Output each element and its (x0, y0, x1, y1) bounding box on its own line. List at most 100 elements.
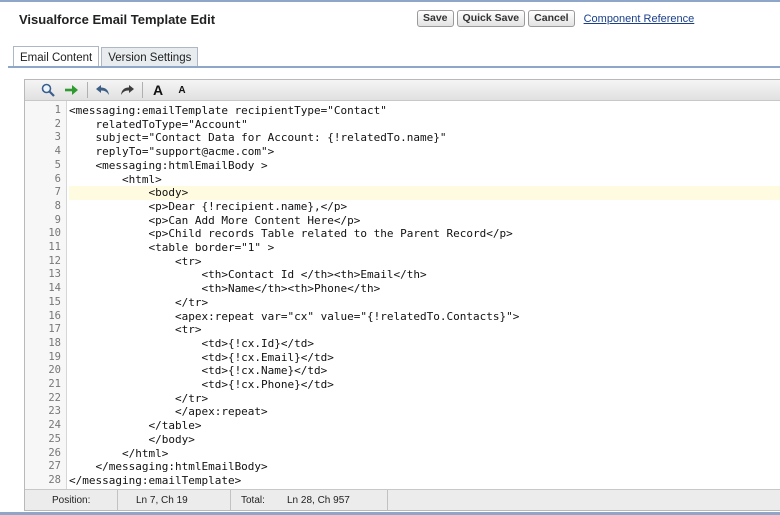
code-text: <td>{!cx.Email}</td> (69, 350, 334, 364)
line-number: 10 (48, 227, 61, 240)
line-number: 23 (48, 405, 61, 418)
component-reference-link[interactable]: Component Reference (584, 13, 695, 25)
total-label: Total: (241, 494, 265, 506)
code-text: subject="Contact Data for Account: {!rel… (69, 131, 447, 145)
line-number: 8 (54, 199, 61, 212)
save-button[interactable]: Save (417, 10, 454, 27)
line-number: 22 (48, 391, 61, 404)
code-text: </tr> (69, 295, 209, 309)
line-number: 2 (54, 117, 61, 130)
line-number: 9 (54, 213, 61, 226)
code-text: <tr> (69, 254, 202, 268)
code-line[interactable]: 21 <td>{!cx.Phone}</td> (25, 378, 780, 392)
line-number: 19 (48, 350, 61, 363)
redo-icon[interactable] (118, 81, 136, 99)
quick-save-button[interactable]: Quick Save (456, 10, 526, 27)
undo-icon[interactable] (94, 81, 112, 99)
code-text: <body> (69, 186, 780, 200)
code-text: <td>{!cx.Id}</td> (69, 336, 315, 350)
code-line[interactable]: 7 <body> (25, 186, 780, 200)
code-text: <table border="1" > (69, 241, 275, 254)
code-line[interactable]: 16 <apex:repeat var="cx" value="{!relate… (25, 310, 780, 324)
code-line[interactable]: 9 <p>Can Add More Content Here</p> (25, 214, 780, 228)
code-line[interactable]: 3 subject="Contact Data for Account: {!r… (25, 131, 780, 145)
code-line[interactable]: 8 <p>Dear {!recipient.name},</p> (25, 200, 780, 214)
line-number: 26 (48, 446, 61, 459)
code-line[interactable]: 2 relatedToType="Account" (25, 118, 780, 132)
code-line[interactable]: 13 <th>Contact Id </th><th>Email</th> (25, 268, 780, 282)
line-number: 25 (48, 432, 61, 445)
increase-font-icon[interactable]: A (149, 81, 167, 99)
code-text: replyTo="support@acme.com"> (69, 145, 275, 159)
status-bar: Position: Ln 7, Ch 19 Total: Ln 28, Ch 9… (25, 489, 780, 510)
line-number: 27 (48, 460, 61, 473)
status-divider (387, 490, 388, 510)
code-line[interactable]: 1 <messaging:emailTemplate recipientType=… (25, 104, 780, 118)
code-text: <th>Name</th><th>Phone</th> (69, 282, 381, 296)
code-text: </body> (69, 432, 195, 446)
action-buttons: Save Quick Save Cancel Component Referen… (417, 10, 694, 27)
code-line[interactable]: 15 </tr> (25, 296, 780, 310)
line-number: 20 (48, 364, 61, 377)
code-line[interactable]: 4 replyTo="support@acme.com"> (25, 145, 780, 159)
code-text: </tr> (69, 391, 209, 405)
cancel-button[interactable]: Cancel (528, 10, 575, 27)
code-line[interactable]: 26 </html> (25, 447, 780, 461)
line-number: 5 (54, 158, 61, 171)
tab-version-settings[interactable]: Version Settings (101, 47, 199, 67)
position-label: Position: (52, 494, 91, 506)
search-icon[interactable] (39, 81, 57, 99)
line-number: 4 (54, 145, 61, 158)
tab-bar: Email Content Version Settings (13, 45, 200, 68)
code-line[interactable]: 17 <tr> (25, 323, 780, 337)
code-text: <p>Dear {!recipient.name},</p> (69, 199, 348, 213)
code-text: </apex:repeat> (69, 405, 268, 419)
line-number: 1 (54, 104, 61, 116)
line-number: 13 (48, 268, 61, 281)
line-number: 6 (54, 172, 61, 185)
position-value: Ln 7, Ch 19 (136, 494, 188, 506)
code-line[interactable]: 27 </messaging:htmlEmailBody> (25, 460, 780, 474)
code-line[interactable]: 22 </tr> (25, 392, 780, 406)
code-line[interactable]: 28 </messaging:emailTemplate> (25, 474, 780, 488)
code-line[interactable]: 10 <p>Child records Table related to the… (25, 227, 780, 241)
editor-toolbar: A A (25, 80, 780, 101)
tab-email-content[interactable]: Email Content (13, 46, 100, 68)
code-line[interactable]: 11 <table border="1" > (25, 241, 780, 255)
code-line[interactable]: 23 </apex:repeat> (25, 405, 780, 419)
decrease-font-icon[interactable]: A (173, 81, 191, 99)
code-text: <td>{!cx.Phone}</td> (69, 378, 334, 391)
code-text: <html> (69, 172, 162, 186)
code-line[interactable]: 24 </table> (25, 419, 780, 433)
code-text: <p>Can Add More Content Here</p> (69, 213, 361, 227)
page-title: Visualforce Email Template Edit (19, 12, 216, 27)
code-text: </messaging:emailTemplate> (69, 473, 242, 487)
code-line[interactable]: 14 <th>Name</th><th>Phone</th> (25, 282, 780, 296)
line-number: 12 (48, 254, 61, 267)
code-text: <td>{!cx.Name}</td> (69, 364, 328, 378)
code-text: <tr> (69, 323, 202, 337)
code-text: <messaging:htmlEmailBody > (69, 158, 268, 172)
code-line[interactable]: 19 <td>{!cx.Email}</td> (25, 351, 780, 365)
code-line[interactable]: 6 <html> (25, 173, 780, 187)
code-editor: A A 1 <messaging:emailTemplate recipientT… (24, 79, 780, 511)
code-text: <p>Child records Table related to the Pa… (69, 227, 513, 241)
code-text: <messaging:emailTemplate recipientType="… (69, 104, 387, 117)
line-number: 11 (48, 241, 61, 253)
go-to-line-icon[interactable] (63, 81, 81, 99)
line-number: 28 (48, 473, 61, 486)
code-line[interactable]: 25 </body> (25, 433, 780, 447)
code-line[interactable]: 12 <tr> (25, 255, 780, 269)
line-number: 24 (48, 419, 61, 432)
line-number: 21 (48, 378, 61, 390)
line-number: 16 (48, 309, 61, 322)
code-line[interactable]: 20 <td>{!cx.Name}</td> (25, 364, 780, 378)
toolbar-separator (87, 82, 88, 98)
code-text: relatedToType="Account" (69, 117, 248, 131)
total-value: Ln 28, Ch 957 (287, 494, 350, 506)
code-text: <apex:repeat var="cx" value="{!relatedTo… (69, 309, 520, 323)
code-line[interactable]: 5 <messaging:htmlEmailBody > (25, 159, 780, 173)
code-area[interactable]: 1 <messaging:emailTemplate recipientType=… (25, 101, 780, 489)
code-text: </messaging:htmlEmailBody> (69, 460, 268, 474)
code-line[interactable]: 18 <td>{!cx.Id}</td> (25, 337, 780, 351)
